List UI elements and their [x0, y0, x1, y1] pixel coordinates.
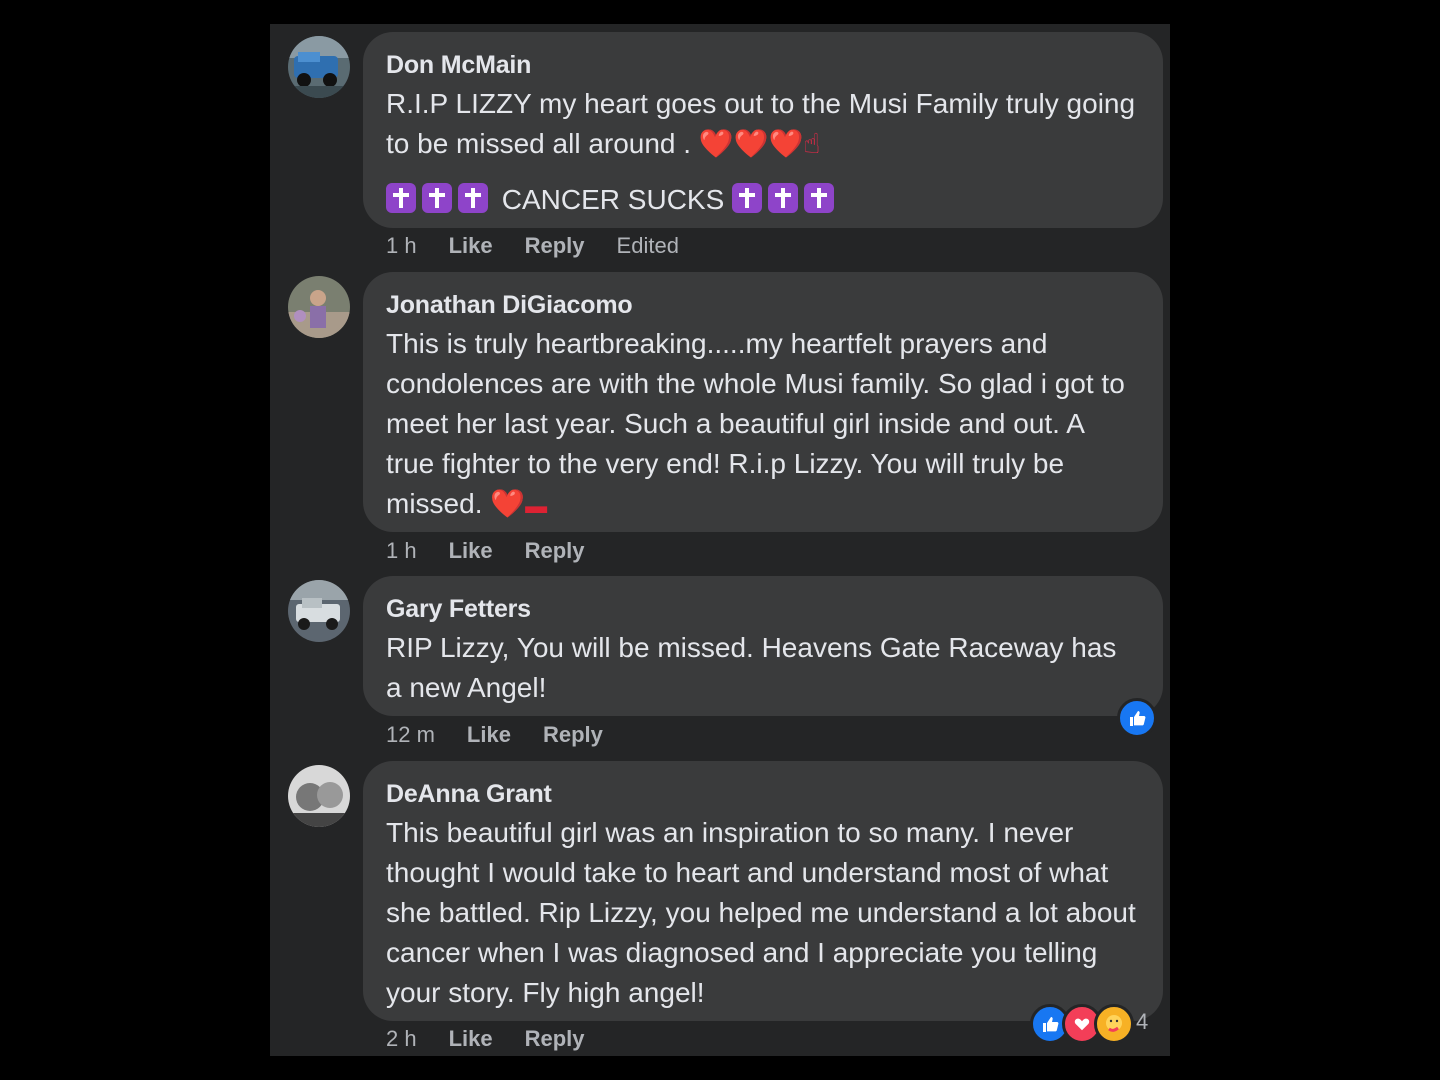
comment-time[interactable]: 12 m: [386, 722, 435, 748]
like-button[interactable]: Like: [449, 1026, 493, 1052]
comment-text: This is truly heartbreaking.....my heart…: [386, 328, 1133, 519]
reply-button[interactable]: Reply: [543, 722, 603, 748]
comment-meta: 2 h Like Reply: [386, 1024, 617, 1054]
like-button[interactable]: Like: [467, 722, 511, 748]
latin-cross-emoji-icon: [768, 183, 799, 213]
comment-time[interactable]: 1 h: [386, 538, 417, 564]
heart-emoji-icon: ❤️❤️❤️☝: [698, 128, 821, 159]
comment-bubble: DeAnna Grant This beautiful girl was an …: [363, 761, 1163, 1021]
like-button[interactable]: Like: [449, 538, 493, 564]
like-button[interactable]: Like: [449, 233, 493, 259]
comment-second-line: CANCER SUCKS: [386, 180, 1139, 220]
truck-photo-avatar-icon: [288, 36, 350, 98]
comment-time[interactable]: 2 h: [386, 1026, 417, 1052]
like-reaction-icon[interactable]: [1117, 698, 1157, 738]
comment-author[interactable]: DeAnna Grant: [386, 779, 1139, 809]
comment-time[interactable]: 1 h: [386, 233, 417, 259]
avatar[interactable]: [288, 580, 350, 642]
comment-author[interactable]: Don McMain: [386, 50, 1139, 80]
comment-text: RIP Lizzy, You will be missed. Heavens G…: [386, 632, 1125, 703]
latin-cross-emoji-icon: [422, 183, 452, 213]
race-car-photo-avatar-icon: [288, 580, 350, 642]
reply-button[interactable]: Reply: [525, 538, 585, 564]
comment-meta: 1 h Like Reply Edited: [386, 231, 711, 261]
person-photo-avatar-icon: [288, 276, 350, 338]
latin-cross-emoji-icon: [804, 183, 835, 213]
care-reaction-icon[interactable]: [1094, 1004, 1134, 1044]
heart-emoji-icon: ❤️: [490, 488, 526, 519]
latin-cross-emoji-icon: [732, 183, 763, 213]
comment-text: R.I.P LIZZY my heart goes out to the Mus…: [386, 88, 1143, 159]
comment-bubble: Don McMain R.I.P LIZZY my heart goes out…: [363, 32, 1163, 228]
reply-button[interactable]: Reply: [525, 233, 585, 259]
comment-meta: 1 h Like Reply: [386, 536, 617, 566]
reply-button[interactable]: Reply: [525, 1026, 585, 1052]
latin-cross-emoji-icon: [458, 183, 488, 213]
avatar[interactable]: [288, 765, 350, 827]
latin-cross-emoji-icon: [386, 183, 416, 213]
two-faces-photo-avatar-icon: [288, 765, 350, 827]
avatar[interactable]: [288, 276, 350, 338]
comment-bubble: Jonathan DiGiacomo This is truly heartbr…: [363, 272, 1163, 532]
racing-car-emoji-icon: ▬: [525, 493, 548, 518]
comment-bubble: Gary Fetters RIP Lizzy, You will be miss…: [363, 576, 1163, 716]
comment-text: This beautiful girl was an inspiration t…: [386, 817, 1144, 1008]
edited-label: Edited: [616, 233, 679, 258]
avatar[interactable]: [288, 36, 350, 98]
comment-meta: 12 m Like Reply: [386, 720, 635, 750]
reaction-count[interactable]: 4: [1136, 1009, 1148, 1035]
comment-author[interactable]: Gary Fetters: [386, 594, 1139, 624]
comments-panel: Don McMain R.I.P LIZZY my heart goes out…: [270, 24, 1170, 1056]
comment-author[interactable]: Jonathan DiGiacomo: [386, 290, 1139, 320]
